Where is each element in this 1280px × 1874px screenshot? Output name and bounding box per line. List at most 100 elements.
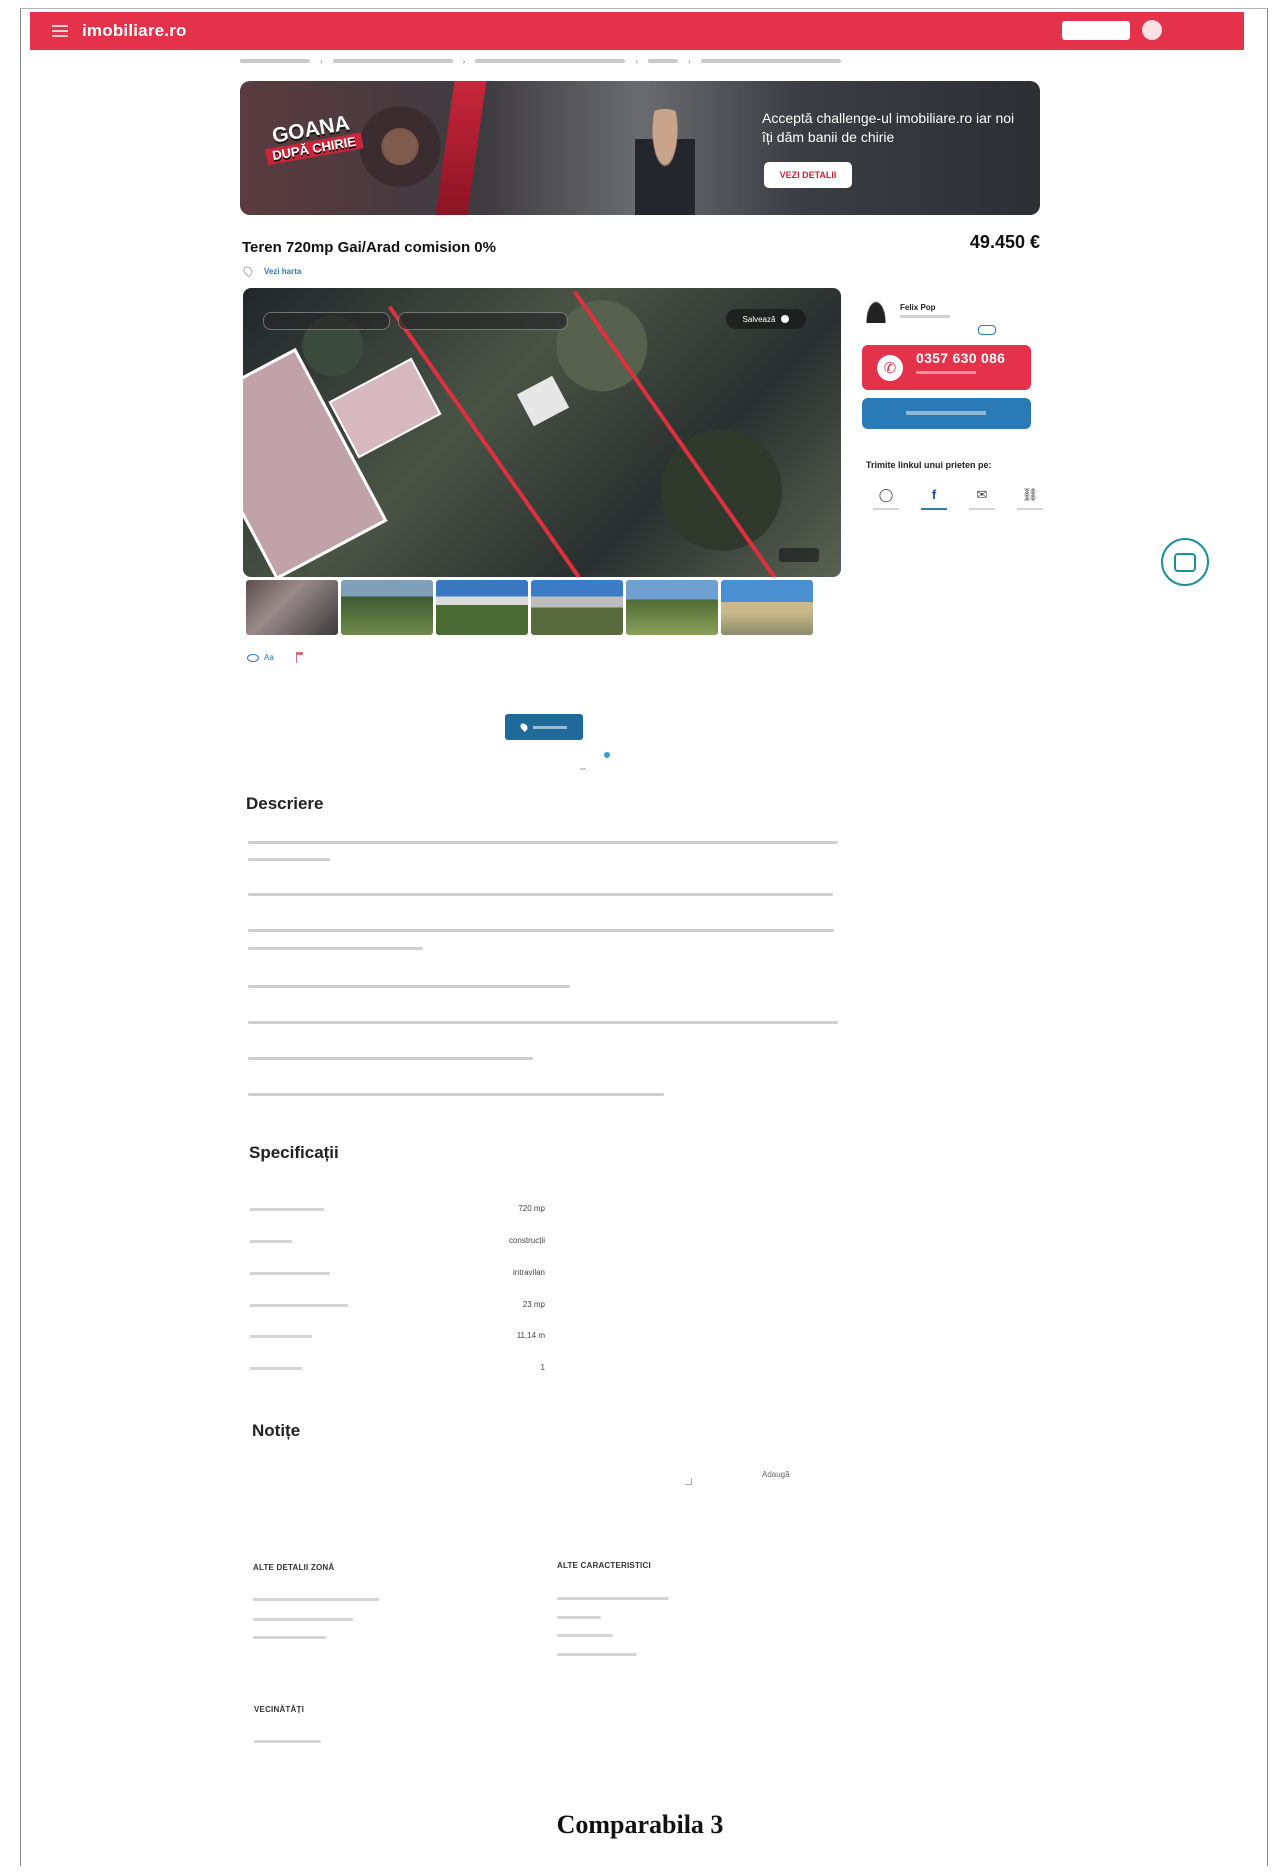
site-logo[interactable]: imobiliare.ro [82,21,187,41]
phone-subtext [916,371,976,374]
breadcrumb-separator: › [462,56,466,66]
send-message-button[interactable] [862,398,1031,429]
spec-value: 11,14 m [516,1331,545,1340]
breadcrumb-item[interactable] [240,59,310,63]
spec-row: 23 mp [250,1300,545,1314]
heart-icon [781,315,790,323]
listing-location-row: Vezi harta [241,264,301,278]
add-note-button[interactable]: Adaugă [762,1470,790,1479]
gallery-thumbnail[interactable] [626,580,718,635]
spec-row: construcții [250,1236,545,1250]
agent-phone-number: 0357 630 086 [916,350,1006,366]
other-features-title: ALTE CARACTERISTICI [557,1561,651,1570]
share-listing-label: Aa [264,653,274,662]
description-line [248,1057,533,1060]
report-listing-link[interactable] [295,652,308,663]
banner-presenter-image [635,109,695,215]
photo-tag[interactable] [263,312,390,330]
breadcrumb-item[interactable] [648,59,679,63]
main-photo[interactable]: Salvează [243,288,841,577]
view-map-link[interactable]: Vezi harta [264,267,301,276]
spec-value: 1 [540,1363,545,1372]
gallery-thumbnail[interactable] [246,580,338,635]
agent-name[interactable]: Felix Pop [900,303,936,312]
phone-icon: ✆ [877,355,903,381]
account-avatar-icon[interactable] [1142,20,1162,40]
call-agent-button[interactable]: ✆ 0357 630 086 [862,345,1031,390]
agent-avatar-icon [866,301,886,323]
spec-value: 23 mp [522,1300,545,1309]
account-label[interactable] [1170,25,1212,33]
location-pin-icon [241,264,255,278]
photo-count-badge [779,548,819,562]
save-label: Salvează [742,314,776,324]
listing-price: 49.450 € [969,232,1040,252]
photo-tag[interactable] [398,312,568,330]
share-whatsapp[interactable]: ◯ [862,487,910,510]
agent-pro-badge [978,325,996,335]
flag-icon [295,652,303,663]
breadcrumb-item [700,59,841,63]
breadcrumb-separator: › [688,56,691,66]
save-listing-button[interactable]: Salvează [726,309,806,329]
feature-item [557,1634,613,1637]
spec-value: 720 mp [518,1204,545,1213]
spec-row: 11,14 m [250,1331,545,1345]
show-map-label [533,725,567,729]
description-line [248,1093,664,1096]
banner-details-button[interactable]: VEZI DETALII [764,162,852,188]
zone-detail-item [253,1618,353,1621]
spec-label [250,1208,324,1211]
eye-icon [247,653,259,662]
breadcrumb-item[interactable] [475,59,626,63]
spec-row: intravilan [250,1268,545,1282]
feature-item [557,1597,669,1600]
gallery-thumbnail[interactable] [436,580,528,635]
listing-title: Teren 720mp Gai/Arad comision 0% [242,239,496,256]
share-option-label [921,508,947,510]
hamburger-menu-icon[interactable] [52,25,68,37]
photo-shed [516,375,570,427]
share-listing-link[interactable]: Aa [247,652,274,663]
spec-label [250,1272,330,1275]
share-copy-link[interactable]: ⛓ [1006,487,1054,510]
zone-detail-item [253,1636,326,1639]
notes-title: Notițe [252,1421,301,1440]
share-facebook[interactable]: f [910,487,958,510]
gallery-actions: Aa [247,652,308,663]
map-pin-icon [519,722,529,732]
description-line [248,858,330,861]
carousel-dot-active[interactable] [604,752,610,758]
neighborhood-title: VECINĂTĂȚI [254,1705,304,1714]
share-option-label [873,508,899,510]
scan-frame [20,8,1268,1866]
chat-button[interactable] [1161,538,1209,586]
zone-details-title: ALTE DETALII ZONĂ [253,1563,335,1572]
zone-detail-item [253,1598,379,1601]
link-icon: ⛓ [1021,487,1039,502]
share-email[interactable]: ✉ [958,487,1006,510]
spec-value: construcții [508,1236,545,1245]
spec-row: 720 mp [250,1204,545,1218]
gallery-thumbnail[interactable] [721,580,813,635]
add-listing-button[interactable] [1062,21,1130,40]
gallery-thumbnail[interactable] [341,580,433,635]
document-caption: Comparabila 3 [556,1810,724,1839]
notes-resize-icon[interactable] [685,1478,692,1485]
description-line [248,985,570,988]
breadcrumb-item[interactable] [332,59,453,63]
send-message-label [906,411,986,415]
description-line [248,1021,838,1024]
spec-label [250,1335,312,1338]
description-line [248,947,423,950]
specifications-title: Specificații [249,1143,339,1162]
show-map-button[interactable] [505,714,583,740]
neighborhood-item [254,1740,321,1743]
promo-banner[interactable]: GOANA DUPĂ CHIRIE Acceptă challenge-ul i… [240,81,1040,215]
email-icon: ✉ [976,487,988,502]
carousel-dot[interactable] [580,768,586,770]
gallery-thumbnail[interactable] [531,580,623,635]
share-option-label [1017,508,1043,510]
feature-item [557,1616,601,1619]
chat-bubble-icon [1174,552,1196,572]
